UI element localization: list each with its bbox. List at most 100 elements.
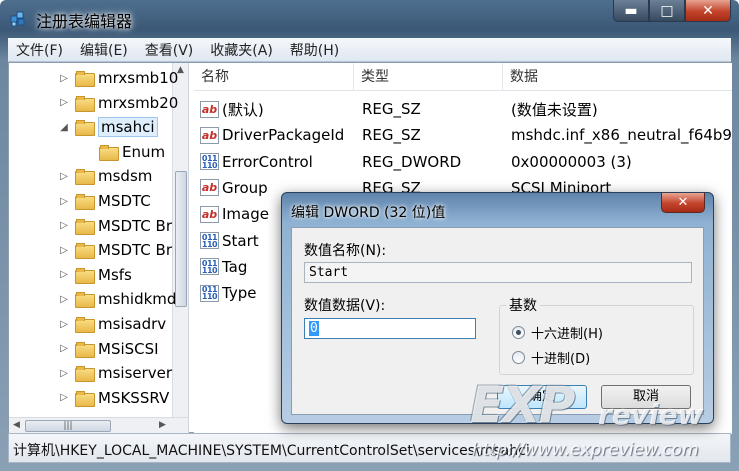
value-name-cell: 011 110 ErrorControl — [194, 153, 354, 171]
folder-icon — [75, 120, 95, 137]
tree-item[interactable]: ▷ MSKSSRV — [57, 386, 169, 410]
menu-view[interactable]: 查看(V) — [137, 40, 203, 60]
tree-item[interactable]: ▷ msdsm — [57, 164, 152, 188]
tree-item[interactable]: ▷ MSDTC Br — [57, 214, 172, 238]
value-name-cell: ab DriverPackageId — [194, 126, 354, 144]
base-label: 基数 — [506, 295, 540, 315]
tree-item-label: MSDTC Br — [98, 241, 172, 260]
value-type: REG_DWORD — [362, 152, 462, 171]
folder-icon — [99, 144, 119, 161]
status-bar: 计算机\HKEY_LOCAL_MACHINE\SYSTEM\CurrentCon… — [8, 433, 731, 463]
tree-item-label: MSDTC Br — [98, 216, 172, 235]
tree-item[interactable]: ▷ msisadrv — [57, 312, 166, 336]
menu-help[interactable]: 帮助(H) — [282, 40, 348, 60]
tree-item[interactable]: ▷ MSDTC — [57, 189, 151, 213]
value-name: DriverPackageId — [222, 126, 345, 145]
tree-item[interactable]: ▷ msiserver — [57, 361, 172, 385]
column-type[interactable]: 类型 — [354, 63, 503, 91]
base-groupbox: 基数 十六进制(H) 十进制(D) — [499, 295, 694, 375]
menu-bar: 文件(F) 编辑(E) 查看(V) 收藏夹(A) 帮助(H) — [8, 38, 731, 62]
value-name: ErrorControl — [222, 152, 313, 171]
window-title: 注册表编辑器 — [36, 12, 133, 31]
value-row[interactable]: 011 110 ErrorControl REG_DWORD 0x00000003 (3… — [194, 149, 732, 175]
tree-item[interactable]: ▷ mshidkmd — [57, 287, 176, 311]
expand-arrow-icon[interactable]: ▷ — [57, 220, 71, 231]
value-row[interactable]: ab (默认) REG_SZ (数值未设置) — [194, 96, 732, 122]
expand-arrow-icon[interactable]: ▷ — [57, 343, 71, 354]
tree-item[interactable]: ▷ MSiSCSI — [57, 337, 159, 361]
cancel-button[interactable]: 取消 — [601, 385, 691, 409]
value-data-field[interactable]: 0 — [304, 318, 476, 339]
tree-item-label: mshidkmd — [98, 290, 177, 309]
folder-icon — [75, 95, 95, 112]
expand-arrow-icon[interactable]: ▷ — [57, 319, 71, 330]
value-row[interactable]: ab DriverPackageId REG_SZ mshdc.inf_x86_neu… — [194, 122, 732, 148]
expand-arrow-icon[interactable]: ▷ — [57, 294, 71, 305]
tree-item-label: MSKSSRV — [98, 388, 170, 407]
folder-icon — [75, 243, 95, 260]
expand-arrow-icon[interactable]: ▷ — [57, 73, 71, 84]
folder-icon — [75, 317, 95, 333]
window-controls: ▬ □ ✕ — [613, 0, 731, 22]
value-type: REG_SZ — [362, 126, 421, 145]
tree-item[interactable]: ▷ mrxsmb20 — [57, 91, 178, 115]
expand-arrow-icon[interactable]: ▷ — [57, 392, 71, 403]
expand-arrow-icon[interactable]: ▷ — [57, 171, 71, 182]
radio-dec[interactable] — [512, 351, 525, 364]
radio-hex[interactable] — [512, 326, 525, 339]
tree-horizontal-scrollbar[interactable]: ◀ ||| ▶ — [9, 417, 188, 434]
menu-file[interactable]: 文件(F) — [8, 40, 72, 60]
value-name-field: Start — [304, 262, 692, 283]
edit-dword-dialog: 编辑 DWORD (32 位)值 ✕ 数值名称(N): Start 数值数据(V… — [281, 192, 714, 424]
tree-item[interactable]: ▷ Msfs — [57, 263, 132, 287]
tree-item-label: mrxsmb20 — [98, 93, 179, 112]
dialog-body: 数值名称(N): Start 数值数据(V): 0 基数 十六进制(H) 十进制… — [291, 227, 704, 415]
menu-edit[interactable]: 编辑(E) — [72, 40, 137, 60]
value-data-label: 数值数据(V): — [304, 298, 386, 314]
tree-item-label: msdsm — [98, 167, 153, 186]
value-name: Start — [222, 231, 259, 250]
tree-item-label: msahci — [98, 117, 158, 138]
column-name[interactable]: 名称 — [194, 63, 354, 91]
tree-item[interactable]: Enum — [81, 140, 165, 164]
maximize-button[interactable]: □ — [649, 0, 685, 22]
tree-item[interactable]: ▷ MSDTC Br — [57, 238, 172, 262]
dialog-close-button[interactable]: ✕ — [661, 193, 705, 213]
dword-value-icon: 011 110 — [200, 284, 219, 302]
tree-item-label: MSiSCSI — [98, 339, 159, 358]
dialog-title: 编辑 DWORD (32 位)值 — [291, 205, 446, 221]
expand-arrow-icon[interactable]: ▷ — [57, 269, 71, 280]
folder-icon — [75, 341, 95, 358]
tree-vscroll-thumb[interactable] — [175, 171, 187, 307]
folder-icon — [75, 267, 95, 284]
tree-item-label: MSDTC — [98, 192, 151, 210]
value-data: mshdc.inf_x86_neutral_f64b9c — [511, 126, 732, 145]
value-name: Type — [222, 284, 257, 303]
scroll-right-icon[interactable]: ▶ — [159, 420, 166, 430]
value-data: (数值未设置) — [511, 100, 598, 119]
tree-hscroll-thumb[interactable]: ||| — [25, 420, 111, 432]
tree-item-label: mrxsmb10 — [98, 69, 179, 87]
radio-hex-option[interactable]: 十六进制(H) — [512, 323, 603, 342]
folder-icon — [75, 71, 95, 87]
menu-favorites[interactable]: 收藏夹(A) — [202, 40, 282, 60]
value-data: 0x00000003 (3) — [511, 152, 632, 171]
title-bar[interactable]: 注册表编辑器 ▬ □ ✕ — [0, 0, 739, 36]
minimize-button[interactable]: ▬ — [613, 0, 649, 22]
expand-arrow-icon[interactable]: ▷ — [57, 97, 71, 108]
scroll-left-icon[interactable]: ◀ — [13, 420, 20, 430]
tree-item[interactable]: ◢ msahci — [57, 115, 158, 139]
value-name: Image — [222, 205, 269, 224]
tree-item[interactable]: ▷ mrxsmb10 — [57, 66, 178, 90]
collapse-arrow-icon[interactable]: ◢ — [57, 122, 71, 133]
expand-arrow-icon[interactable]: ▷ — [57, 245, 71, 256]
radio-dec-option[interactable]: 十进制(D) — [512, 348, 590, 367]
string-value-icon: ab — [200, 179, 219, 197]
folder-icon — [75, 194, 95, 210]
expand-arrow-icon[interactable]: ▷ — [57, 368, 71, 379]
close-button[interactable]: ✕ — [685, 0, 731, 22]
tree-vertical-scrollbar[interactable]: ▲ — [172, 63, 188, 417]
column-data[interactable]: 数据 — [503, 63, 732, 91]
expand-arrow-icon[interactable]: ▷ — [57, 196, 71, 207]
ok-button[interactable]: 确定 — [497, 385, 587, 409]
